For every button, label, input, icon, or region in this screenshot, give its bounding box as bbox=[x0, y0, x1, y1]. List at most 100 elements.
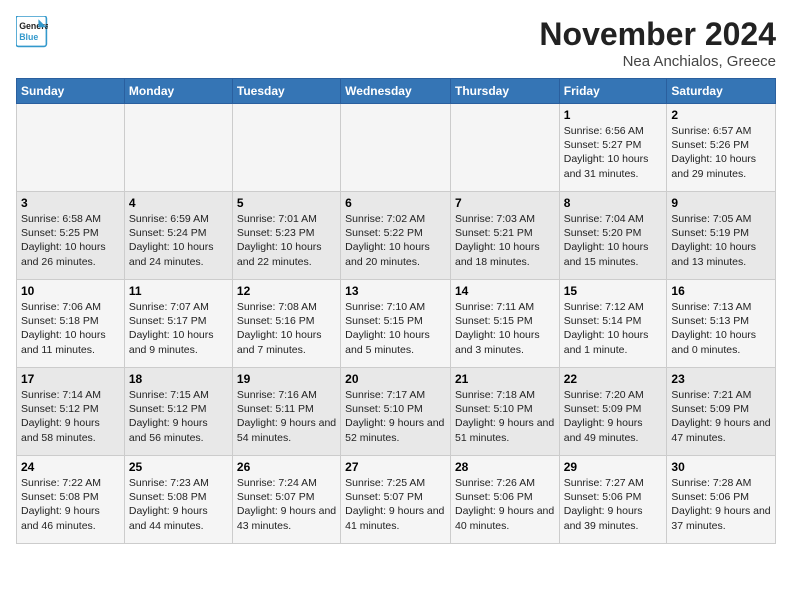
calendar-day-cell bbox=[17, 104, 125, 192]
calendar-day-cell: 30 Sunrise: 7:28 AM Sunset: 5:06 PM Dayli… bbox=[667, 456, 776, 544]
day-info: Sunrise: 7:15 AM Sunset: 5:12 PM Dayligh… bbox=[129, 388, 228, 445]
day-number: 23 bbox=[671, 372, 771, 386]
day-number: 7 bbox=[455, 196, 555, 210]
day-info: Sunrise: 6:58 AM Sunset: 5:25 PM Dayligh… bbox=[21, 212, 120, 269]
day-number: 12 bbox=[237, 284, 336, 298]
calendar-day-cell: 12Sunrise: 7:08 AM Sunset: 5:16 PM Dayli… bbox=[232, 280, 340, 368]
calendar-day-cell: 11Sunrise: 7:07 AM Sunset: 5:17 PM Dayli… bbox=[124, 280, 232, 368]
day-info: Sunrise: 6:57 AM Sunset: 5:26 PM Dayligh… bbox=[671, 124, 771, 181]
day-number: 4 bbox=[129, 196, 228, 210]
calendar-day-cell: 27 Sunrise: 7:25 AM Sunset: 5:07 PM Dayli… bbox=[341, 456, 451, 544]
day-number: 29 bbox=[564, 460, 663, 474]
calendar-day-cell bbox=[341, 104, 451, 192]
day-number: 24 bbox=[21, 460, 120, 474]
calendar-week-row: 3 Sunrise: 6:58 AM Sunset: 5:25 PM Daylig… bbox=[17, 192, 776, 280]
calendar-day-cell: 16 Sunrise: 7:13 AM Sunset: 5:13 PM Dayli… bbox=[667, 280, 776, 368]
calendar-week-row: 10 Sunrise: 7:06 AM Sunset: 5:18 PM Dayli… bbox=[17, 280, 776, 368]
calendar-day-header: Wednesday bbox=[341, 79, 451, 104]
title-block: November 2024 Nea Anchialos, Greece bbox=[539, 16, 776, 70]
calendar-day-header: Friday bbox=[559, 79, 667, 104]
calendar-day-cell bbox=[450, 104, 559, 192]
calendar-day-cell: 26 Sunrise: 7:24 AM Sunset: 5:07 PM Dayli… bbox=[232, 456, 340, 544]
day-info: Sunrise: 7:02 AM Sunset: 5:22 PM Dayligh… bbox=[345, 212, 446, 269]
day-info: Sunrise: 7:12 AM Sunset: 5:14 PM Dayligh… bbox=[564, 300, 663, 357]
calendar-day-cell: 23 Sunrise: 7:21 AM Sunset: 5:09 PM Dayli… bbox=[667, 368, 776, 456]
calendar-week-row: 17 Sunrise: 7:14 AM Sunset: 5:12 PM Dayli… bbox=[17, 368, 776, 456]
day-info: Sunrise: 7:13 AM Sunset: 5:13 PM Dayligh… bbox=[671, 300, 771, 357]
calendar-day-cell: 18Sunrise: 7:15 AM Sunset: 5:12 PM Dayli… bbox=[124, 368, 232, 456]
calendar-header-row: SundayMondayTuesdayWednesdayThursdayFrid… bbox=[17, 79, 776, 104]
day-number: 11 bbox=[129, 284, 228, 298]
day-number: 22 bbox=[564, 372, 663, 386]
day-number: 8 bbox=[564, 196, 663, 210]
day-info: Sunrise: 7:17 AM Sunset: 5:10 PM Dayligh… bbox=[345, 388, 446, 445]
calendar-day-cell: 19Sunrise: 7:16 AM Sunset: 5:11 PM Dayli… bbox=[232, 368, 340, 456]
day-number: 1 bbox=[564, 108, 663, 122]
calendar-day-cell: 6 Sunrise: 7:02 AM Sunset: 5:22 PM Daylig… bbox=[341, 192, 451, 280]
calendar-table: SundayMondayTuesdayWednesdayThursdayFrid… bbox=[16, 78, 776, 544]
day-number: 27 bbox=[345, 460, 446, 474]
day-info: Sunrise: 6:59 AM Sunset: 5:24 PM Dayligh… bbox=[129, 212, 228, 269]
day-info: Sunrise: 7:18 AM Sunset: 5:10 PM Dayligh… bbox=[455, 388, 555, 445]
day-number: 3 bbox=[21, 196, 120, 210]
day-number: 2 bbox=[671, 108, 771, 122]
day-number: 13 bbox=[345, 284, 446, 298]
logo: General Blue bbox=[16, 16, 48, 48]
day-info: Sunrise: 7:11 AM Sunset: 5:15 PM Dayligh… bbox=[455, 300, 555, 357]
day-number: 10 bbox=[21, 284, 120, 298]
calendar-day-cell: 29 Sunrise: 7:27 AM Sunset: 5:06 PM Dayli… bbox=[559, 456, 667, 544]
day-info: Sunrise: 7:27 AM Sunset: 5:06 PM Dayligh… bbox=[564, 476, 663, 533]
day-info: Sunrise: 7:05 AM Sunset: 5:19 PM Dayligh… bbox=[671, 212, 771, 269]
day-info: Sunrise: 7:03 AM Sunset: 5:21 PM Dayligh… bbox=[455, 212, 555, 269]
day-info: Sunrise: 7:25 AM Sunset: 5:07 PM Dayligh… bbox=[345, 476, 446, 533]
calendar-day-cell: 22 Sunrise: 7:20 AM Sunset: 5:09 PM Dayli… bbox=[559, 368, 667, 456]
calendar-day-cell: 5Sunrise: 7:01 AM Sunset: 5:23 PM Daylig… bbox=[232, 192, 340, 280]
day-number: 5 bbox=[237, 196, 336, 210]
calendar-day-cell: 21 Sunrise: 7:18 AM Sunset: 5:10 PM Dayli… bbox=[450, 368, 559, 456]
day-info: Sunrise: 7:14 AM Sunset: 5:12 PM Dayligh… bbox=[21, 388, 120, 445]
calendar-day-cell: 10 Sunrise: 7:06 AM Sunset: 5:18 PM Dayli… bbox=[17, 280, 125, 368]
day-number: 21 bbox=[455, 372, 555, 386]
calendar-day-header: Sunday bbox=[17, 79, 125, 104]
logo-icon: General Blue bbox=[16, 16, 48, 48]
calendar-day-cell: 24Sunrise: 7:22 AM Sunset: 5:08 PM Dayli… bbox=[17, 456, 125, 544]
day-info: Sunrise: 7:04 AM Sunset: 5:20 PM Dayligh… bbox=[564, 212, 663, 269]
day-number: 26 bbox=[237, 460, 336, 474]
calendar-day-cell bbox=[124, 104, 232, 192]
day-number: 16 bbox=[671, 284, 771, 298]
day-info: Sunrise: 7:24 AM Sunset: 5:07 PM Dayligh… bbox=[237, 476, 336, 533]
calendar-day-header: Tuesday bbox=[232, 79, 340, 104]
calendar-week-row: 1 Sunrise: 6:56 AM Sunset: 5:27 PM Daylig… bbox=[17, 104, 776, 192]
day-info: Sunrise: 7:28 AM Sunset: 5:06 PM Dayligh… bbox=[671, 476, 771, 533]
day-info: Sunrise: 7:10 AM Sunset: 5:15 PM Dayligh… bbox=[345, 300, 446, 357]
day-number: 17 bbox=[21, 372, 120, 386]
day-info: Sunrise: 7:20 AM Sunset: 5:09 PM Dayligh… bbox=[564, 388, 663, 445]
svg-text:Blue: Blue bbox=[19, 32, 38, 42]
calendar-day-cell: 7 Sunrise: 7:03 AM Sunset: 5:21 PM Daylig… bbox=[450, 192, 559, 280]
day-info: Sunrise: 7:23 AM Sunset: 5:08 PM Dayligh… bbox=[129, 476, 228, 533]
calendar-day-cell: 13 Sunrise: 7:10 AM Sunset: 5:15 PM Dayli… bbox=[341, 280, 451, 368]
calendar-day-cell: 20 Sunrise: 7:17 AM Sunset: 5:10 PM Dayli… bbox=[341, 368, 451, 456]
day-number: 28 bbox=[455, 460, 555, 474]
day-info: Sunrise: 6:56 AM Sunset: 5:27 PM Dayligh… bbox=[564, 124, 663, 181]
day-number: 6 bbox=[345, 196, 446, 210]
day-info: Sunrise: 7:26 AM Sunset: 5:06 PM Dayligh… bbox=[455, 476, 555, 533]
calendar-day-cell: 8 Sunrise: 7:04 AM Sunset: 5:20 PM Daylig… bbox=[559, 192, 667, 280]
month-title: November 2024 bbox=[539, 16, 776, 53]
calendar-day-cell: 2 Sunrise: 6:57 AM Sunset: 5:26 PM Daylig… bbox=[667, 104, 776, 192]
day-info: Sunrise: 7:16 AM Sunset: 5:11 PM Dayligh… bbox=[237, 388, 336, 445]
calendar-day-header: Thursday bbox=[450, 79, 559, 104]
day-number: 15 bbox=[564, 284, 663, 298]
calendar-day-cell: 1 Sunrise: 6:56 AM Sunset: 5:27 PM Daylig… bbox=[559, 104, 667, 192]
calendar-day-cell: 4 Sunrise: 6:59 AM Sunset: 5:24 PM Daylig… bbox=[124, 192, 232, 280]
calendar-day-header: Saturday bbox=[667, 79, 776, 104]
calendar-day-cell: 3 Sunrise: 6:58 AM Sunset: 5:25 PM Daylig… bbox=[17, 192, 125, 280]
day-info: Sunrise: 7:06 AM Sunset: 5:18 PM Dayligh… bbox=[21, 300, 120, 357]
day-info: Sunrise: 7:21 AM Sunset: 5:09 PM Dayligh… bbox=[671, 388, 771, 445]
day-number: 20 bbox=[345, 372, 446, 386]
calendar-day-cell: 17 Sunrise: 7:14 AM Sunset: 5:12 PM Dayli… bbox=[17, 368, 125, 456]
calendar-day-cell: 28 Sunrise: 7:26 AM Sunset: 5:06 PM Dayli… bbox=[450, 456, 559, 544]
calendar-day-cell: 9 Sunrise: 7:05 AM Sunset: 5:19 PM Daylig… bbox=[667, 192, 776, 280]
day-number: 9 bbox=[671, 196, 771, 210]
day-number: 30 bbox=[671, 460, 771, 474]
